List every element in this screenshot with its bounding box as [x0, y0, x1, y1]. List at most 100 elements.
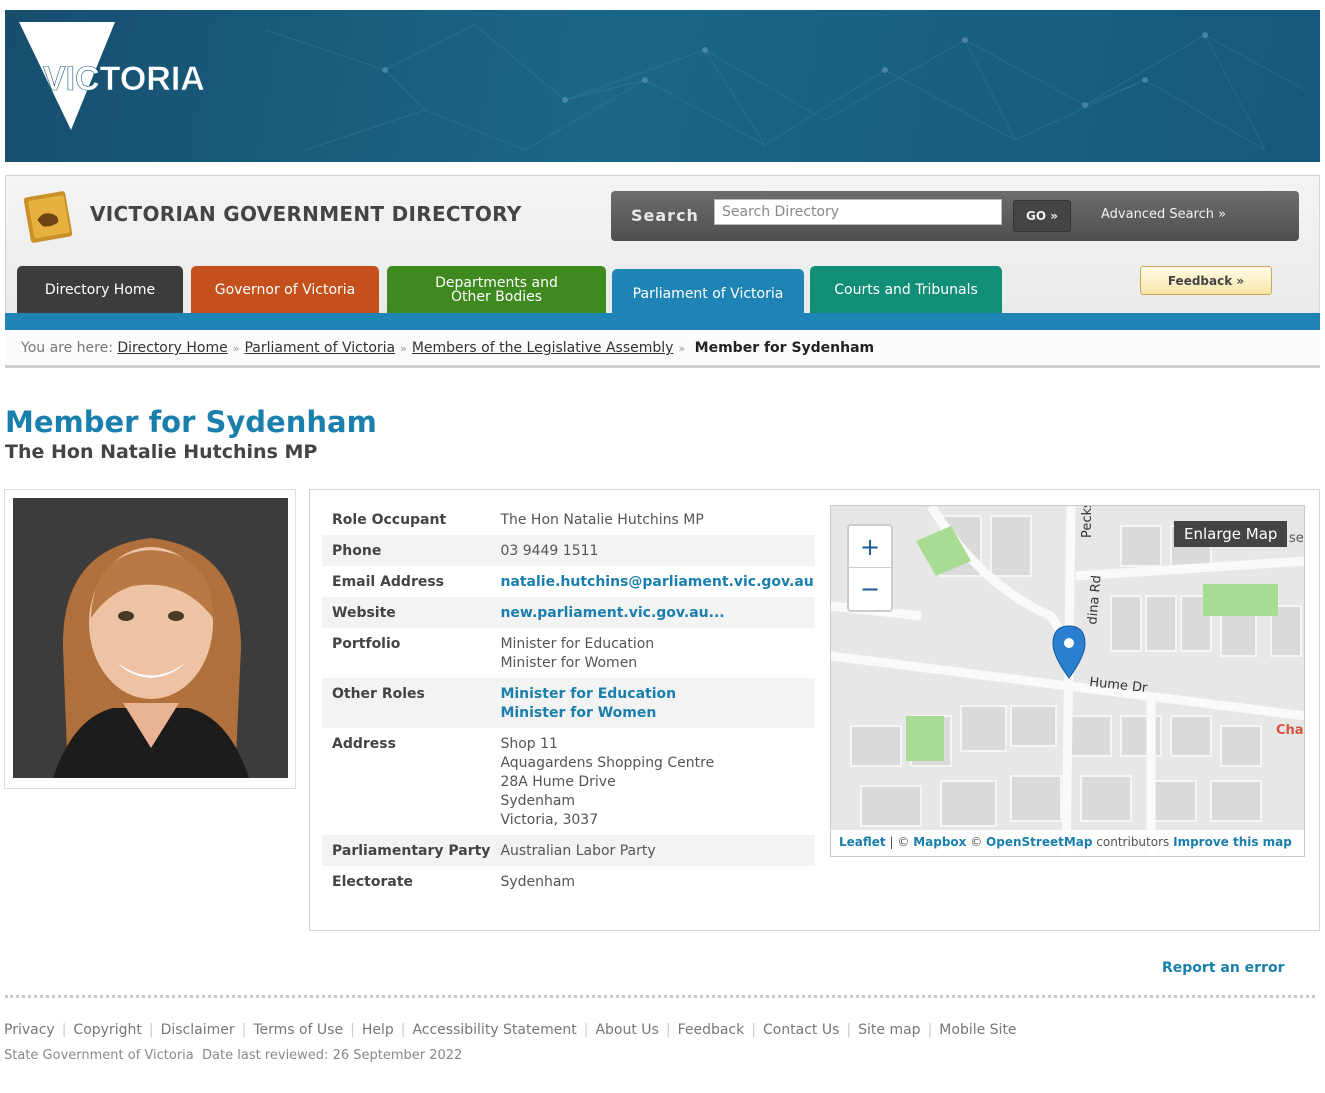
portfolio-label: Portfolio — [332, 636, 401, 652]
email-label: Email Address — [332, 574, 445, 590]
phone-label: Phone — [332, 543, 382, 559]
feedback-button[interactable]: Feedback » — [1140, 266, 1272, 295]
other-role-link[interactable]: Minister for Education — [500, 686, 676, 702]
table-row: Parliamentary Party Australian Labor Par… — [322, 835, 815, 866]
map-zoom-control: + − — [847, 524, 893, 612]
enlarge-map-button[interactable]: Enlarge Map — [1174, 521, 1288, 547]
details-panel: Role Occupant The Hon Natalie Hutchins M… — [309, 489, 1320, 931]
phone-value: 03 9449 1511 — [500, 543, 599, 559]
party-value: Australian Labor Party — [500, 843, 656, 859]
table-row: Electorate Sydenham — [322, 866, 815, 897]
breadcrumb-separator: » — [400, 342, 407, 355]
member-portrait — [13, 498, 288, 778]
header-banner: VICTORIA — [5, 10, 1320, 162]
footer-link-sitemap[interactable]: Site map — [858, 1022, 920, 1038]
portfolio-item: Minister for Women — [500, 655, 638, 671]
electorate-value: Sydenham — [500, 874, 576, 890]
leaflet-link[interactable]: Leaflet — [839, 835, 886, 849]
footer-link-accessibility[interactable]: Accessibility Statement — [412, 1022, 576, 1038]
footer-link-feedback[interactable]: Feedback — [678, 1022, 745, 1038]
footer-owner: State Government of Victoria — [4, 1048, 194, 1063]
email-link[interactable]: natalie.hutchins@parliament.vic.gov.au — [500, 574, 813, 590]
attribution-separator: | — [889, 835, 894, 849]
map-tiles[interactable]: Pecks dina Rd Hume Dr Cha se — [831, 506, 1305, 857]
page-subtitle: The Hon Natalie Hutchins MP — [5, 441, 318, 463]
website-label: Website — [332, 605, 396, 621]
role-occupant-value: The Hon Natalie Hutchins MP — [500, 512, 704, 528]
breadcrumb-separator: » — [678, 342, 686, 355]
table-row: Portfolio Minister for Education Ministe… — [322, 628, 815, 678]
portrait-frame — [4, 489, 296, 789]
attribution-copyright: © — [897, 835, 910, 849]
street-label-se: se — [1289, 531, 1304, 546]
footer-link-help[interactable]: Help — [362, 1022, 394, 1038]
breadcrumb-prefix: You are here: — [21, 340, 113, 356]
address-line: Aquagardens Shopping Centre — [500, 755, 715, 771]
mapbox-link[interactable]: Mapbox — [913, 835, 966, 849]
table-row: Role Occupant The Hon Natalie Hutchins M… — [322, 504, 815, 535]
breadcrumb-parliament[interactable]: Parliament of Victoria — [244, 340, 395, 356]
footer-divider — [5, 995, 1315, 998]
page-title: Member for Sydenham — [5, 405, 377, 439]
table-row: Website new.parliament.vic.gov.au... — [322, 597, 815, 628]
victoria-logo[interactable]: VICTORIA — [19, 22, 219, 142]
portfolio-item: Minister for Education — [500, 636, 655, 652]
tab-parliament[interactable]: Parliament of Victoria — [612, 269, 804, 313]
breadcrumb-current: Member for Sydenham — [694, 340, 875, 356]
footer-note: State Government of Victoria Date last r… — [4, 1048, 462, 1063]
other-role-link[interactable]: Minister for Women — [500, 705, 656, 721]
footer-link-copyright[interactable]: Copyright — [73, 1022, 141, 1038]
footer-link-contact[interactable]: Contact Us — [763, 1022, 839, 1038]
map-attribution: Leaflet | © Mapbox © OpenStreetMap contr… — [831, 830, 1304, 856]
footer-reviewed: Date last reviewed: 26 September 2022 — [202, 1048, 463, 1063]
search-input[interactable] — [714, 199, 1002, 225]
zoom-out-button[interactable]: − — [849, 568, 891, 610]
table-row: Phone 03 9449 1511 — [322, 535, 815, 566]
table-row: Email Address natalie.hutchins@parliamen… — [322, 566, 815, 597]
tab-directory-home[interactable]: Directory Home — [17, 266, 183, 313]
openstreetmap-link[interactable]: OpenStreetMap — [986, 835, 1092, 849]
footer-link-privacy[interactable]: Privacy — [4, 1022, 55, 1038]
website-link[interactable]: new.parliament.vic.gov.au... — [500, 605, 724, 621]
breadcrumb-directory-home[interactable]: Directory Home — [117, 340, 227, 356]
details-table: Role Occupant The Hon Natalie Hutchins M… — [322, 504, 815, 897]
search-label: Search — [631, 206, 699, 225]
directory-book-icon — [23, 191, 73, 243]
footer-link-mobile[interactable]: Mobile Site — [939, 1022, 1016, 1038]
electorate-label: Electorate — [332, 874, 414, 890]
search-panel: Search GO » Advanced Search » — [611, 191, 1299, 241]
street-label-cha: Cha — [1276, 723, 1304, 738]
advanced-search-link[interactable]: Advanced Search » — [1101, 207, 1226, 222]
street-label-pecks: Pecks — [1080, 506, 1095, 538]
address-line: 28A Hume Drive — [500, 774, 616, 790]
improve-map-link[interactable]: Improve this map — [1173, 835, 1292, 849]
party-label: Parliamentary Party — [332, 843, 491, 859]
address-line: Shop 11 — [500, 736, 558, 752]
tab-courts[interactable]: Courts and Tribunals — [810, 266, 1002, 313]
address-label: Address — [332, 736, 396, 752]
directory-bar: VICTORIAN GOVERNMENT DIRECTORY Search GO… — [5, 175, 1320, 368]
tab-governor[interactable]: Governor of Victoria — [191, 266, 379, 313]
footer-link-terms[interactable]: Terms of Use — [253, 1022, 343, 1038]
footer-link-about[interactable]: About Us — [595, 1022, 658, 1038]
footer-link-disclaimer[interactable]: Disclaimer — [161, 1022, 235, 1038]
other-roles-label: Other Roles — [332, 686, 425, 702]
breadcrumb: You are here: Directory Home » Parliament … — [5, 330, 1320, 368]
breadcrumb-separator: » — [232, 342, 240, 355]
table-row: Address Shop 11 Aquagardens Shopping Cen… — [322, 728, 815, 835]
svg-text:VICTORIA: VICTORIA — [43, 60, 205, 98]
tab-departments[interactable]: Departments and Other Bodies — [387, 266, 606, 313]
zoom-in-button[interactable]: + — [849, 526, 891, 568]
role-occupant-label: Role Occupant — [332, 512, 447, 528]
address-line: Sydenham — [500, 793, 576, 809]
go-button[interactable]: GO » — [1013, 200, 1071, 232]
table-row: Other Roles Minister for Education Minis… — [322, 678, 815, 728]
attribution-copyright: © — [970, 835, 983, 849]
footer-links: Privacy | Copyright | Disclaimer | Terms of Us… — [4, 1022, 1017, 1038]
tab-underline — [5, 313, 1320, 330]
attribution-contributors: contributors — [1096, 835, 1170, 849]
directory-title: VICTORIAN GOVERNMENT DIRECTORY — [90, 202, 522, 226]
location-map[interactable]: Pecks dina Rd Hume Dr Cha se + − Enlarge… — [830, 505, 1305, 857]
report-error-link[interactable]: Report an error — [1162, 960, 1285, 976]
breadcrumb-members[interactable]: Members of the Legislative Assembly — [412, 340, 674, 356]
